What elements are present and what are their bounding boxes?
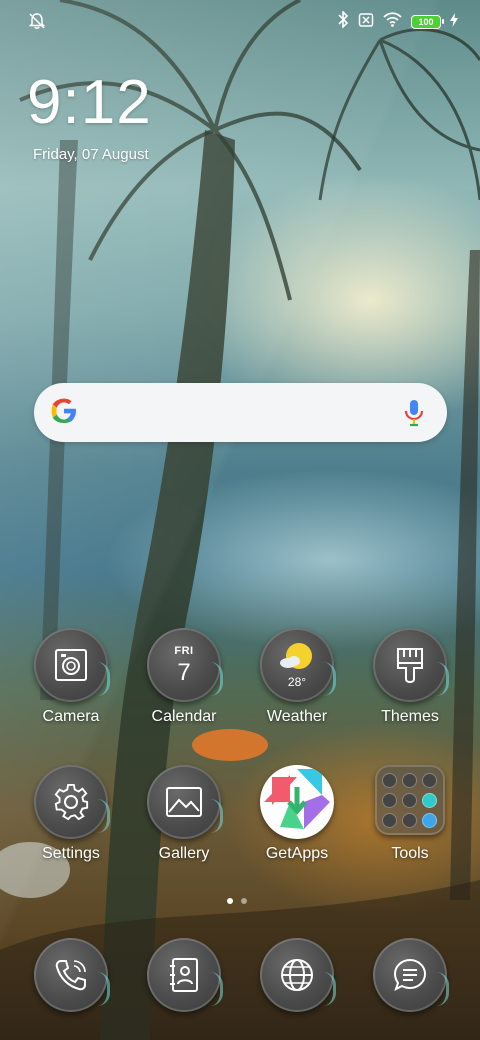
app-camera[interactable]: Camera bbox=[15, 628, 127, 758]
weather-icon: 28° bbox=[260, 628, 336, 702]
calendar-icon: FRI 7 bbox=[147, 628, 223, 702]
mini-app-icon bbox=[381, 792, 397, 808]
dock-contacts[interactable] bbox=[128, 938, 240, 1018]
app-calendar[interactable]: FRI 7 Calendar bbox=[128, 628, 240, 758]
app-label: Camera bbox=[42, 708, 100, 725]
app-settings[interactable]: Settings bbox=[15, 765, 127, 895]
battery-indicator: 100 bbox=[411, 15, 444, 29]
dock-browser[interactable] bbox=[241, 938, 353, 1018]
calendar-day: FRI bbox=[174, 644, 194, 657]
clock-date[interactable]: Friday, 07 August bbox=[33, 146, 149, 163]
gear-icon bbox=[34, 765, 110, 839]
app-weather[interactable]: 28° Weather bbox=[241, 628, 353, 758]
wifi-icon bbox=[383, 12, 402, 32]
page-dot bbox=[241, 898, 247, 904]
mini-app-icon bbox=[421, 772, 437, 788]
app-gallery[interactable]: Gallery bbox=[128, 765, 240, 895]
app-tools-folder[interactable]: Tools bbox=[354, 765, 466, 895]
app-themes[interactable]: Themes bbox=[354, 628, 466, 758]
mini-app-icon bbox=[401, 812, 417, 828]
google-search-bar[interactable] bbox=[34, 383, 447, 442]
globe-icon bbox=[260, 938, 336, 1012]
mini-app-icon bbox=[381, 772, 397, 788]
messages-icon bbox=[373, 938, 449, 1012]
brush-icon bbox=[373, 628, 449, 702]
mini-app-icon bbox=[421, 792, 437, 808]
app-label: Settings bbox=[42, 845, 100, 862]
google-g-icon bbox=[49, 396, 79, 426]
contacts-icon bbox=[147, 938, 223, 1012]
clock-time[interactable]: 9:12 bbox=[27, 70, 152, 136]
getapps-icon bbox=[260, 765, 334, 839]
app-label: Weather bbox=[266, 708, 328, 725]
bolt-icon bbox=[450, 12, 458, 32]
app-label: GetApps bbox=[265, 845, 329, 862]
image-icon bbox=[147, 765, 223, 839]
mini-app-icon bbox=[401, 792, 417, 808]
mini-app-icon bbox=[421, 812, 437, 828]
page-dot-active bbox=[227, 898, 233, 904]
alarm-off-icon bbox=[28, 12, 48, 32]
weather-temperature: 28° bbox=[287, 675, 307, 689]
no-sim-icon bbox=[358, 12, 374, 33]
mic-icon[interactable] bbox=[403, 398, 425, 428]
status-bar: 100 bbox=[0, 0, 480, 44]
folder-icon bbox=[375, 765, 445, 835]
dock-phone[interactable] bbox=[15, 938, 127, 1018]
app-label: Themes bbox=[381, 708, 439, 725]
calendar-date-number: 7 bbox=[177, 658, 191, 686]
camera-icon bbox=[34, 628, 110, 702]
bluetooth-icon bbox=[337, 10, 349, 33]
phone-icon bbox=[34, 938, 110, 1012]
mini-app-icon bbox=[381, 812, 397, 828]
mini-app-icon bbox=[401, 772, 417, 788]
app-label: Tools bbox=[391, 845, 429, 862]
page-indicator bbox=[227, 898, 247, 904]
app-getapps[interactable]: GetApps bbox=[241, 765, 353, 895]
app-label: Calendar bbox=[151, 708, 217, 725]
dock-messages[interactable] bbox=[354, 938, 466, 1018]
app-label: Gallery bbox=[158, 845, 210, 862]
